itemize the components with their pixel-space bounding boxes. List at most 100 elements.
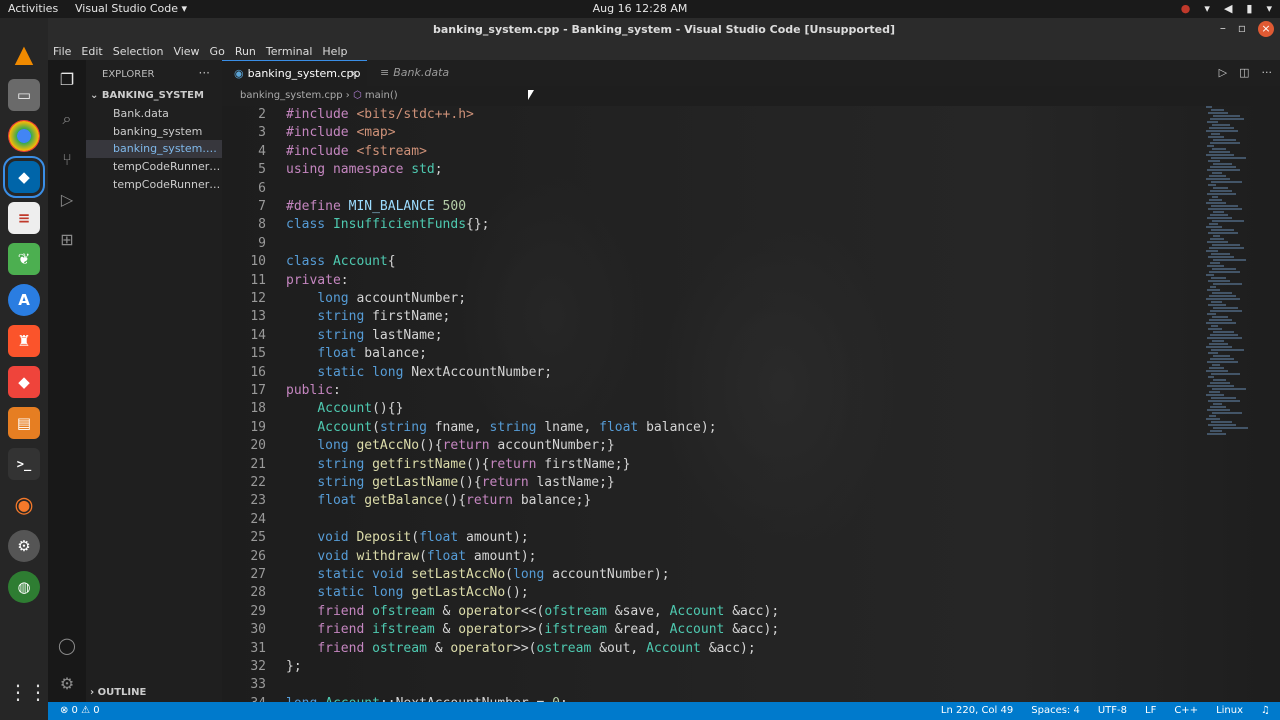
menu-file[interactable]: File: [53, 45, 71, 58]
settings-icon[interactable]: ⚙: [8, 530, 40, 562]
menu-terminal[interactable]: Terminal: [266, 45, 313, 58]
code-line[interactable]: 15 float balance;: [222, 345, 1222, 363]
code-line[interactable]: 4 #include <fstream>: [222, 143, 1222, 161]
app-store-icon[interactable]: A: [8, 284, 40, 316]
outline-section[interactable]: › OUTLINE: [90, 687, 146, 698]
line-number: 4: [258, 143, 266, 159]
encoding[interactable]: UTF-8: [1098, 702, 1127, 720]
minimap[interactable]: [1198, 106, 1248, 436]
breadcrumb-file[interactable]: banking_system.cpp: [240, 90, 343, 101]
code-editor[interactable]: 2 #include <bits/stdc++.h> 3 #include <map>…: [222, 106, 1270, 702]
restore-icon[interactable]: ▫: [1238, 21, 1246, 37]
close-tab-icon[interactable]: ×: [350, 61, 359, 87]
code-line[interactable]: 29 friend ofstream & operator<<(ofstream…: [222, 603, 1222, 621]
more-actions-icon[interactable]: ···: [199, 66, 210, 80]
code-line[interactable]: 22 string getLastName(){return lastName;…: [222, 474, 1222, 492]
close-icon[interactable]: ×: [1258, 21, 1274, 37]
file-item-selected[interactable]: banking_system.cpp: [86, 140, 222, 159]
folder-banking-system[interactable]: ⌄ BANKING_SYSTEM: [90, 90, 204, 101]
code-line[interactable]: 5 using namespace std;: [222, 161, 1222, 179]
code-line[interactable]: 26 void withdraw(float amount);: [222, 548, 1222, 566]
code-line[interactable]: 6: [222, 180, 1222, 198]
code-line[interactable]: 3 #include <map>: [222, 124, 1222, 142]
code-line[interactable]: 7 #define MIN_BALANCE 500: [222, 198, 1222, 216]
vlc-icon[interactable]: ▲: [8, 38, 40, 70]
globe-icon[interactable]: ◍: [8, 571, 40, 603]
code-line[interactable]: 18 Account(){}: [222, 400, 1222, 418]
code-line[interactable]: 12 long accountNumber;: [222, 290, 1222, 308]
minimap-line: [1213, 427, 1248, 429]
cursor-position[interactable]: Ln 220, Col 49: [941, 702, 1013, 720]
code-line[interactable]: 28 static long getLastAccNo();: [222, 584, 1222, 602]
code-line[interactable]: 14 string lastName;: [222, 327, 1222, 345]
code-line[interactable]: 17 public:: [222, 382, 1222, 400]
system-tray[interactable]: ● ▾ ◀ ▮ ▾: [1181, 2, 1272, 15]
menu-go[interactable]: Go: [210, 45, 225, 58]
minimap-line: [1206, 154, 1234, 156]
indentation[interactable]: Spaces: 4: [1031, 702, 1080, 720]
breadcrumb-symbol[interactable]: main(): [365, 90, 398, 101]
language-mode[interactable]: C++: [1174, 702, 1198, 720]
explorer-icon[interactable]: ❐: [56, 68, 78, 90]
code-line[interactable]: 13 string firstName;: [222, 308, 1222, 326]
leaf-app-icon[interactable]: ❦: [8, 243, 40, 275]
code-line[interactable]: 24: [222, 511, 1222, 529]
menu-run[interactable]: Run: [235, 45, 256, 58]
account-icon[interactable]: ◯: [56, 634, 78, 656]
code-line[interactable]: 16 static long NextAccountNumber;: [222, 364, 1222, 382]
clock[interactable]: Aug 16 12:28 AM: [0, 2, 1280, 15]
files-icon[interactable]: ▭: [8, 79, 40, 111]
code-line[interactable]: 34 long Account::NextAccountNumber = 0;: [222, 695, 1222, 702]
code-line[interactable]: 11 private:: [222, 272, 1222, 290]
menu-help[interactable]: Help: [322, 45, 347, 58]
code-line[interactable]: 30 friend ifstream & operator>>(ifstream…: [222, 621, 1222, 639]
terminal-icon[interactable]: >_: [8, 448, 40, 480]
line-code: #define MIN_BALANCE 500: [286, 199, 467, 214]
code-line[interactable]: 9: [222, 235, 1222, 253]
menu-edit[interactable]: Edit: [81, 45, 102, 58]
chrome-icon[interactable]: [8, 120, 40, 152]
tab-banking-system-cpp[interactable]: ◉ banking_system.cpp ×: [222, 60, 367, 86]
code-line[interactable]: 8 class InsufficientFunds{};: [222, 216, 1222, 234]
code-line[interactable]: 19 Account(string fname, string lname, f…: [222, 419, 1222, 437]
source-control-icon[interactable]: ⑂: [56, 148, 78, 170]
end-of-line[interactable]: LF: [1145, 702, 1156, 720]
code-line[interactable]: 21 string getfirstName(){return firstNam…: [222, 456, 1222, 474]
file-item[interactable]: tempCodeRunnerFile: [86, 158, 222, 176]
extensions-icon[interactable]: ⊞: [56, 228, 78, 250]
code-line[interactable]: 33: [222, 676, 1222, 694]
code-line[interactable]: 23 float getBalance(){return balance;}: [222, 492, 1222, 510]
code-line[interactable]: 27 static void setLastAccNo(long account…: [222, 566, 1222, 584]
office-icon[interactable]: ▤: [8, 407, 40, 439]
search-icon[interactable]: ⌕: [56, 108, 78, 130]
more-actions-icon[interactable]: ···: [1262, 66, 1273, 79]
minimap-line: [1209, 127, 1234, 129]
code-line[interactable]: 10 class Account{: [222, 253, 1222, 271]
editor-scrollbar[interactable]: [1270, 106, 1280, 702]
minimize-icon[interactable]: –: [1220, 21, 1226, 37]
vscode-icon[interactable]: ◆: [3, 156, 45, 198]
run-debug-icon[interactable]: ▷: [56, 188, 78, 210]
run-icon[interactable]: ▷: [1219, 66, 1227, 79]
split-editor-icon[interactable]: ◫: [1239, 66, 1249, 79]
blender-icon[interactable]: ◉: [8, 489, 40, 521]
code-line[interactable]: 20 long getAccNo(){return accountNumber;…: [222, 437, 1222, 455]
gear-icon[interactable]: ⚙: [56, 672, 78, 694]
bell-icon[interactable]: ♫: [1261, 702, 1270, 720]
file-item[interactable]: tempCodeRunnerFil...: [86, 176, 222, 194]
show-apps-icon[interactable]: ⋮⋮⋮: [8, 680, 68, 712]
code-line[interactable]: 31 friend ostream & operator>>(ostream &…: [222, 640, 1222, 658]
menu-view[interactable]: View: [173, 45, 199, 58]
text-editor-icon[interactable]: ≡: [8, 202, 40, 234]
tab-bank-data[interactable]: ≡ Bank.data: [368, 60, 488, 86]
file-item[interactable]: banking_system: [86, 123, 222, 141]
code-line[interactable]: 25 void Deposit(float amount);: [222, 529, 1222, 547]
file-item[interactable]: Bank.data: [86, 105, 222, 123]
problems-indicator[interactable]: ⊗ 0 ⚠ 0: [60, 702, 100, 720]
brave-icon[interactable]: ♜: [8, 325, 40, 357]
platform[interactable]: Linux: [1216, 702, 1243, 720]
anydesk-icon[interactable]: ◆: [8, 366, 40, 398]
menu-selection[interactable]: Selection: [113, 45, 164, 58]
code-line[interactable]: 32};: [222, 658, 1222, 676]
code-line[interactable]: 2 #include <bits/stdc++.h>: [222, 106, 1222, 124]
